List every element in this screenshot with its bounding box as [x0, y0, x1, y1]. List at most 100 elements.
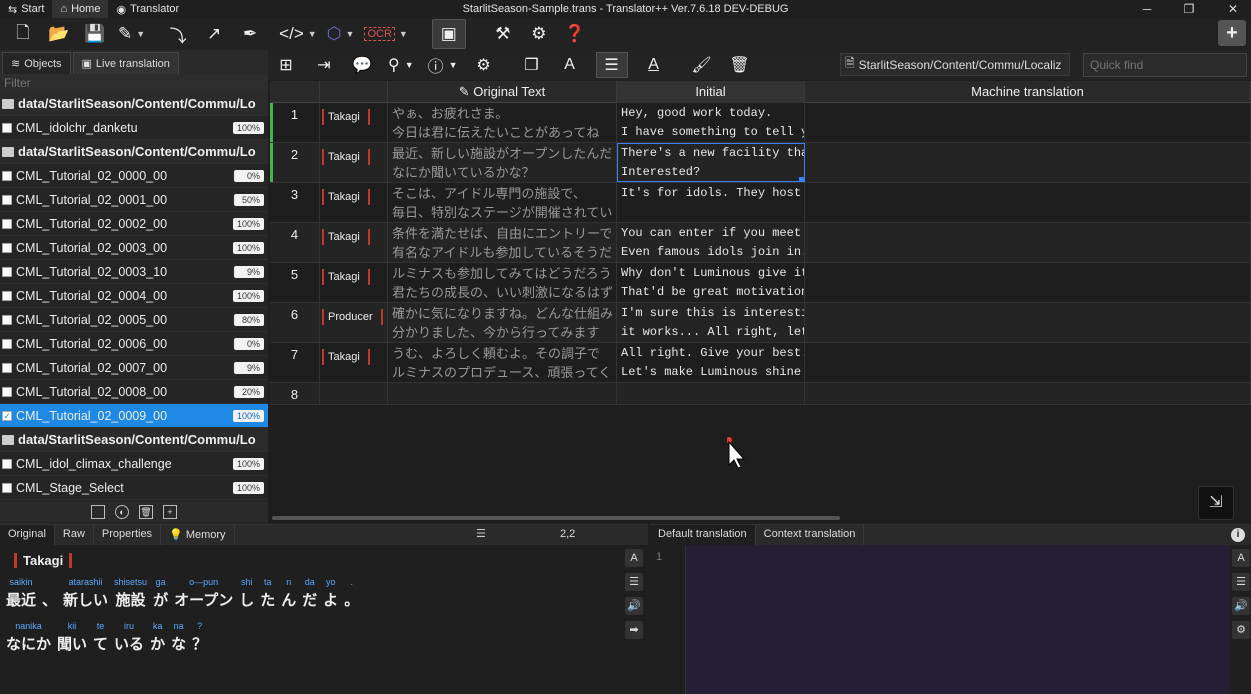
initial-cell[interactable]: [617, 383, 805, 404]
checkbox[interactable]: [2, 482, 12, 493]
speaker-icon[interactable]: 🔊: [1232, 597, 1250, 615]
tab-properties[interactable]: Properties: [94, 525, 162, 545]
grid-row[interactable]: 1 Takagi やぁ、お疲れさま。 今日は君に伝えたいことがあってね Hey, goo…: [270, 103, 1251, 143]
quick-find-input[interactable]: [1083, 53, 1247, 77]
align-icon[interactable]: ☰: [625, 573, 643, 591]
clean-button[interactable]: 🖌: [690, 52, 714, 78]
import-button[interactable]: ⤵: [165, 19, 191, 49]
original-text-cell[interactable]: [388, 383, 617, 404]
tree-file[interactable]: CML_idol_climax_challenge 100%: [0, 452, 268, 476]
machine-translation-cell[interactable]: [805, 183, 1251, 222]
header-initial[interactable]: Initial: [617, 81, 805, 103]
original-text-cell[interactable]: やぁ、お疲れさま。 今日は君に伝えたいことがあってね: [388, 103, 617, 142]
layout-toggle-button[interactable]: ▣: [431, 19, 466, 49]
initial-cell[interactable]: There's a new facility that Interested?: [617, 143, 805, 182]
tree-file[interactable]: ✓ CML_Tutorial_02_0009_00 100%: [0, 404, 268, 428]
tree-file[interactable]: CML_Tutorial_02_0003_10 9%: [0, 260, 268, 284]
speaker-cell[interactable]: Takagi: [320, 223, 388, 262]
checkbox[interactable]: ✓: [2, 410, 12, 421]
machine-translation-cell[interactable]: [805, 303, 1251, 342]
row-number[interactable]: 3: [270, 183, 320, 222]
minimize-button[interactable]: ─: [1136, 1, 1158, 17]
add-icon[interactable]: +: [163, 505, 177, 519]
machine-translation-cell[interactable]: [805, 103, 1251, 142]
tab-objects[interactable]: ≋ Objects: [2, 52, 71, 74]
start-menu[interactable]: ⇆ Start: [0, 0, 52, 18]
tab-context-translation[interactable]: Context translation: [756, 525, 865, 545]
tree-file[interactable]: CML_Tutorial_02_0005_00 80%: [0, 308, 268, 332]
initial-cell[interactable]: It's for idols. They host sp: [617, 183, 805, 222]
gear-icon[interactable]: ⚙: [1232, 621, 1250, 639]
checkbox[interactable]: [2, 194, 12, 205]
align-button[interactable]: ☰: [595, 52, 628, 78]
original-text-cell[interactable]: うむ、よろしく頼むよ。その調子で ルミナスのプロデュース、頑張ってく: [388, 343, 617, 382]
tree-file[interactable]: CML_idolchr_danketu 100%: [0, 116, 268, 140]
code-button[interactable]: </> ▼: [279, 19, 317, 49]
tree-file[interactable]: CML_Tutorial_02_0001_00 50%: [0, 188, 268, 212]
tab-live-translation[interactable]: ▣ Live translation: [72, 52, 179, 74]
machine-translation-cell[interactable]: [805, 143, 1251, 182]
copy-button[interactable]: ❐: [520, 52, 544, 78]
save-button[interactable]: 💾: [82, 19, 108, 49]
checkbox[interactable]: [2, 314, 12, 325]
tree-file[interactable]: CML_Tutorial_02_0004_00 100%: [0, 284, 268, 308]
text-color-button[interactable]: A: [642, 52, 666, 78]
tree-file[interactable]: CML_Tutorial_02_0002_00 100%: [0, 212, 268, 236]
add-panel-button[interactable]: +: [1218, 20, 1246, 46]
tab-raw[interactable]: Raw: [55, 525, 94, 545]
arrow-right-icon[interactable]: ➡: [625, 621, 643, 639]
new-file-button[interactable]: 🗋: [10, 19, 36, 49]
speaker-cell[interactable]: Takagi: [320, 343, 388, 382]
delete-button[interactable]: 🗑: [728, 52, 752, 78]
insert-row-button[interactable]: ⊞: [274, 52, 298, 78]
translator-menu[interactable]: ◉ Translator: [108, 0, 187, 18]
speaker-cell[interactable]: Takagi: [320, 263, 388, 302]
initial-cell[interactable]: All right. Give your best. Let's make Lum…: [617, 343, 805, 382]
export-button[interactable]: ↗: [201, 19, 227, 49]
horizontal-scrollbar[interactable]: [272, 516, 840, 520]
grid-row[interactable]: 5 Takagi ルミナスも参加してみてはどうだろう 君たちの成長の、いい刺激になるは…: [270, 263, 1251, 303]
trash-icon[interactable]: 🗑: [139, 505, 153, 519]
grid-row[interactable]: 4 Takagi 条件を満たせば、自由にエントリーで 有名なアイドルも参加しているそう…: [270, 223, 1251, 263]
row-number[interactable]: 2: [270, 143, 320, 182]
initial-cell[interactable]: Why don't Luminous give it a That'd be gr…: [617, 263, 805, 302]
tab-original[interactable]: Original: [0, 525, 55, 545]
checkbox[interactable]: [2, 338, 12, 349]
search-button[interactable]: ⚲ ▼: [388, 52, 414, 78]
help-button[interactable]: ❓: [562, 19, 588, 49]
settings-button[interactable]: ⚙: [526, 19, 552, 49]
original-text-cell[interactable]: 条件を満たせば、自由にエントリーで 有名なアイドルも参加しているそうだ: [388, 223, 617, 262]
speaker-cell[interactable]: Takagi: [320, 183, 388, 222]
font-icon[interactable]: A: [1232, 549, 1250, 567]
go-to-button[interactable]: ⇥: [312, 52, 336, 78]
row-number[interactable]: 7: [270, 343, 320, 382]
contrast-icon[interactable]: ◐: [115, 505, 129, 519]
select-none-icon[interactable]: [91, 505, 105, 519]
initial-cell[interactable]: I'm sure this is interesting it works... …: [617, 303, 805, 342]
path-field[interactable]: 🗎 StarlitSeason/Content/Commu/Localiz: [840, 53, 1070, 76]
row-number[interactable]: 1: [270, 103, 320, 142]
comment-button[interactable]: 💬: [350, 52, 374, 78]
row-number[interactable]: 4: [270, 223, 320, 262]
original-text-cell[interactable]: 確かに気になりますね。どんな仕組み 分かりました、今から行ってみます: [388, 303, 617, 342]
plugin-button[interactable]: ⬡ ▼: [327, 19, 355, 49]
checkbox[interactable]: [2, 122, 12, 133]
list-icon[interactable]: ☰: [476, 527, 490, 541]
machine-translation-cell[interactable]: [805, 223, 1251, 262]
checkbox[interactable]: [2, 242, 12, 253]
filter-input[interactable]: Filter: [0, 74, 268, 92]
machine-translation-cell[interactable]: [805, 383, 1251, 404]
row-number[interactable]: 5: [270, 263, 320, 302]
tree-folder[interactable]: data/StarlitSeason/Content/Commu/Lo: [0, 428, 268, 452]
font-button[interactable]: A: [558, 52, 582, 78]
checkbox[interactable]: [2, 290, 12, 301]
tab-default-translation[interactable]: Default translation: [650, 525, 756, 545]
initial-cell[interactable]: You can enter if you meet th Even famous …: [617, 223, 805, 262]
header-original-text[interactable]: ✎ Original Text: [388, 81, 617, 103]
info-icon[interactable]: i: [1231, 528, 1245, 542]
tree-file[interactable]: CML_Tutorial_02_0008_00 20%: [0, 380, 268, 404]
popout-button[interactable]: ⇲: [1198, 486, 1234, 520]
grid-row[interactable]: 8: [270, 383, 1251, 405]
info-button[interactable]: ⓘ ▼: [428, 52, 458, 78]
checkbox[interactable]: [2, 458, 12, 469]
